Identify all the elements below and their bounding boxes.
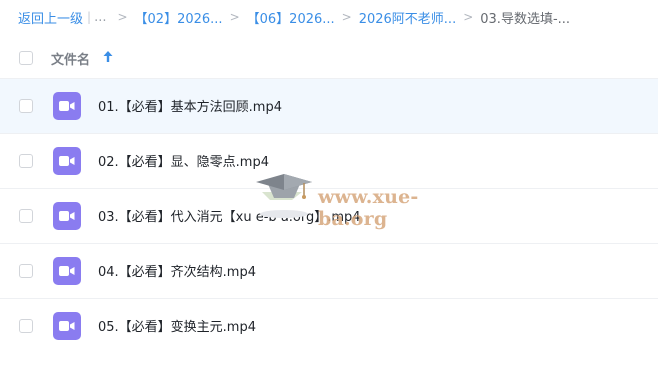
breadcrumb-item-1[interactable]: 【02】2026... <box>135 8 223 27</box>
file-name[interactable]: 02.【必看】显、隐零点.mp4 <box>98 151 269 170</box>
back-link[interactable]: 返回上一级 <box>18 8 83 27</box>
file-row[interactable]: 04.【必看】齐次结构.mp4 <box>0 243 658 298</box>
video-file-icon <box>53 92 81 120</box>
breadcrumb-separator: > <box>229 10 240 24</box>
file-name[interactable]: 03.【必看】代入消元【xu e-b a.org】.mp4 <box>98 206 361 225</box>
breadcrumb-current: 03.导数选填-... <box>480 11 571 27</box>
video-file-icon <box>53 312 81 340</box>
breadcrumb-ellipsis[interactable]: ... <box>94 10 106 25</box>
breadcrumb-separator: > <box>117 10 128 24</box>
breadcrumb-bar: | <box>87 10 92 24</box>
sort-ascending-icon[interactable] <box>102 49 114 65</box>
breadcrumb-item-2[interactable]: 【06】2026... <box>247 8 335 27</box>
file-row[interactable]: 03.【必看】代入消元【xu e-b a.org】.mp4 <box>0 188 658 243</box>
file-name[interactable]: 05.【必看】变换主元.mp4 <box>98 316 256 335</box>
breadcrumb-item-3[interactable]: 2026阿不老师... <box>359 8 456 27</box>
video-file-icon <box>53 202 81 230</box>
breadcrumb-separator: > <box>463 10 474 24</box>
row-checkbox[interactable] <box>19 209 33 223</box>
file-list-header: 文件名 <box>0 40 658 76</box>
row-checkbox[interactable] <box>19 154 33 168</box>
file-row[interactable]: 05.【必看】变换主元.mp4 <box>0 298 658 353</box>
breadcrumb-separator: > <box>341 10 352 24</box>
row-checkbox[interactable] <box>19 99 33 113</box>
row-checkbox[interactable] <box>19 319 33 333</box>
file-row[interactable]: 01.【必看】基本方法回顾.mp4 <box>0 78 658 133</box>
file-name[interactable]: 04.【必看】齐次结构.mp4 <box>98 261 256 280</box>
select-all-checkbox[interactable] <box>19 51 33 65</box>
row-checkbox[interactable] <box>19 264 33 278</box>
file-name[interactable]: 01.【必看】基本方法回顾.mp4 <box>98 96 282 115</box>
file-list: 01.【必看】基本方法回顾.mp4 02.【必看】显、隐零点.mp4 03.【必… <box>0 78 658 353</box>
video-file-icon <box>53 147 81 175</box>
file-row[interactable]: 02.【必看】显、隐零点.mp4 <box>0 133 658 188</box>
video-file-icon <box>53 257 81 285</box>
filename-column-header[interactable]: 文件名 <box>51 49 90 68</box>
breadcrumb: 返回上一级 | ... > 【02】2026... > 【06】2026... … <box>18 0 658 34</box>
